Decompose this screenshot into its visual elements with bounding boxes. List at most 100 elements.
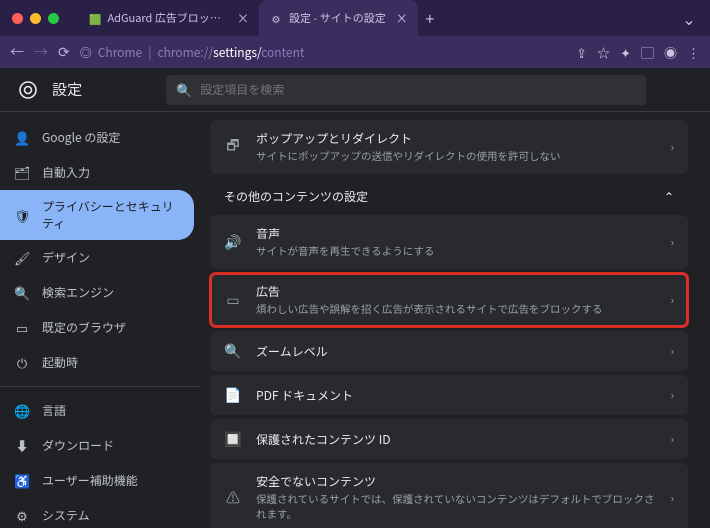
- new-tab-button[interactable]: +: [418, 0, 442, 36]
- search-icon: 🔍: [176, 80, 192, 99]
- url-prefix: Chrome: [98, 44, 142, 61]
- url-separator: |: [148, 44, 151, 61]
- row-label: 保護されたコンテンツ ID: [256, 431, 657, 448]
- content-row[interactable]: ▭広告煩わしい広告や誤解を招く広告が表示されるサイトで広告をブロックする›: [210, 273, 688, 327]
- close-tab-icon[interactable]: ×: [396, 10, 408, 27]
- close-tab-icon[interactable]: ×: [237, 10, 249, 27]
- row-text: 広告煩わしい広告や誤解を招く広告が表示されるサイトで広告をブロックする: [256, 283, 657, 317]
- close-window-button[interactable]: [12, 13, 23, 24]
- menu-icon[interactable]: ⋮: [687, 43, 700, 62]
- sidebar-item-label: 検索エンジン: [42, 284, 114, 301]
- content-row[interactable]: ⚠ 安全でないコンテンツ保護されているサイトでは、保護されていないコンテンツはデフ…: [210, 463, 688, 528]
- sidebar-item-label: ダウンロード: [42, 437, 114, 454]
- sidebar: 👤Google の設定 🗂 自動入力 🛡 プライバシーとセキュリティ 🖌 デザイン 🔍 検索エン…: [0, 112, 200, 528]
- chevron-right-icon: ›: [671, 431, 674, 447]
- autofill-icon: 🗂: [14, 163, 30, 182]
- sidebar-item[interactable]: ⬇ ダウンロード: [0, 428, 194, 463]
- download-icon: ⬇: [14, 436, 30, 455]
- sidebar-item[interactable]: 👤Google の設定: [0, 120, 194, 155]
- sidebar-item[interactable]: ⏻ 起動時: [0, 345, 194, 380]
- row-label: 広告: [256, 283, 657, 300]
- nav-buttons: ← → ⟳: [10, 42, 70, 62]
- chevron-right-icon: ›: [671, 139, 674, 155]
- search-icon: 🔍: [14, 283, 30, 302]
- row-label: ズームレベル: [256, 343, 657, 360]
- toolbar: ← → ⟳ ◎ Chrome | chrome://settings/conte…: [0, 36, 710, 68]
- sidebar-item[interactable]: ▭ 既定のブラウザ: [0, 310, 194, 345]
- sidebar-item-label: システム: [42, 507, 90, 524]
- search-input[interactable]: [200, 81, 636, 98]
- chevron-up-icon: ⌃: [664, 188, 674, 205]
- protected-icon: 🔲: [224, 429, 242, 449]
- reload-button[interactable]: ⟳: [58, 42, 70, 62]
- settings-favicon-icon: ⚙: [269, 11, 283, 25]
- content-row[interactable]: 📄 PDF ドキュメント ›: [210, 375, 688, 415]
- sidebar-item-label: プライバシーとセキュリティ: [42, 198, 180, 232]
- a11y-icon: ♿: [14, 471, 30, 490]
- row-sublabel: 保護されているサイトでは、保護されていないコンテンツはデフォルトでブロックされま…: [256, 492, 657, 522]
- pdf-icon: 📄: [224, 385, 242, 405]
- row-sublabel: 煩わしい広告や誤解を招く広告が表示されるサイトで広告をブロックする: [256, 302, 657, 317]
- content-row[interactable]: 🔊音声サイトが音声を再生できるようにする›: [210, 215, 688, 269]
- omnibox[interactable]: ◎ Chrome | chrome://settings/content: [80, 44, 566, 61]
- adguard-favicon-icon: 🟩: [89, 11, 101, 25]
- row-label: 音声: [256, 225, 657, 242]
- chrome-logo-icon: [18, 80, 38, 100]
- sidebar-item-label: Google の設定: [42, 129, 120, 146]
- settings-search[interactable]: 🔍: [166, 75, 646, 105]
- sidebar-item[interactable]: 🔍 検索エンジン: [0, 275, 194, 310]
- chevron-right-icon: ›: [671, 387, 674, 403]
- row-text: ズームレベル: [256, 343, 657, 360]
- power-icon: ⏻: [14, 353, 30, 372]
- chevron-right-icon: ›: [671, 292, 674, 308]
- sidebar-item-label: 既定のブラウザ: [42, 319, 126, 336]
- window-icon[interactable]: ▢: [641, 43, 654, 62]
- url-host: chrome://: [157, 44, 213, 61]
- window-titlebar: 🟩 AdGuard 広告ブロッカー - Chro × ⚙ 設定 - サイトの設定…: [0, 0, 710, 36]
- browser-icon: ▭: [14, 318, 30, 337]
- url-page: content: [261, 44, 304, 61]
- settings-header: 設定 🔍: [0, 68, 710, 112]
- chrome-scheme-icon: ◎: [80, 44, 92, 61]
- zoom-window-button[interactable]: [48, 13, 59, 24]
- sound-icon: 🔊: [224, 232, 242, 252]
- sidebar-item-label: 起動時: [42, 354, 78, 371]
- extensions-icon[interactable]: ✦: [620, 43, 631, 62]
- sidebar-item[interactable]: 🖌 デザイン: [0, 240, 194, 275]
- back-button[interactable]: ←: [10, 42, 24, 62]
- sidebar-separator: [0, 386, 200, 387]
- content-row[interactable]: 🔲 保護されたコンテンツ ID ›: [210, 419, 688, 459]
- content-row[interactable]: 🔍ズームレベル›: [210, 331, 688, 371]
- sidebar-item-label: 自動入力: [42, 164, 90, 181]
- chevron-down-icon[interactable]: ⌄: [680, 9, 698, 27]
- toolbar-right: ⇪ ☆ ✦ ▢ ◉ ⋮: [576, 43, 700, 62]
- sidebar-item-label: デザイン: [42, 249, 90, 266]
- shield-icon: 🛡: [14, 206, 30, 225]
- brush-icon: 🖌: [14, 248, 30, 267]
- tab-adguard[interactable]: 🟩 AdGuard 広告ブロッカー - Chro ×: [79, 0, 259, 36]
- chevron-right-icon: ›: [671, 234, 674, 250]
- sidebar-item[interactable]: 🛡 プライバシーとセキュリティ: [0, 190, 194, 240]
- sidebar-item[interactable]: ⚙ システム: [0, 498, 194, 528]
- sidebar-item[interactable]: ♿ユーザー補助機能: [0, 463, 194, 498]
- tab-settings[interactable]: ⚙ 設定 - サイトの設定 ×: [259, 0, 418, 36]
- content-row[interactable]: 🗗 ポップアップとリダイレクトサイトにポップアップの送信やリダイレクトの使用を許可…: [210, 120, 688, 174]
- sidebar-item[interactable]: 🗂 自動入力: [0, 155, 194, 190]
- row-sublabel: サイトにポップアップの送信やリダイレクトの使用を許可しない: [256, 149, 657, 164]
- row-text: ポップアップとリダイレクトサイトにポップアップの送信やリダイレクトの使用を許可し…: [256, 130, 657, 164]
- tab-strip: 🟩 AdGuard 広告ブロッカー - Chro × ⚙ 設定 - サイトの設定…: [79, 0, 672, 36]
- profile-icon[interactable]: ◉: [664, 43, 677, 62]
- system-icon: ⚙: [14, 506, 30, 525]
- warn-icon: ⚠: [224, 488, 242, 508]
- star-icon[interactable]: ☆: [597, 43, 610, 62]
- sidebar-item[interactable]: 🌐言語: [0, 393, 194, 428]
- minimize-window-button[interactable]: [30, 13, 41, 24]
- share-icon[interactable]: ⇪: [576, 43, 587, 62]
- popup-icon: 🗗: [224, 135, 242, 159]
- row-label: 安全でないコンテンツ: [256, 473, 657, 490]
- row-label: PDF ドキュメント: [256, 387, 657, 404]
- forward-button[interactable]: →: [34, 42, 48, 62]
- group-header-other-content[interactable]: その他のコンテンツの設定 ⌃: [210, 178, 688, 215]
- tab-title: 設定 - サイトの設定: [289, 10, 386, 26]
- row-text: PDF ドキュメント: [256, 387, 657, 404]
